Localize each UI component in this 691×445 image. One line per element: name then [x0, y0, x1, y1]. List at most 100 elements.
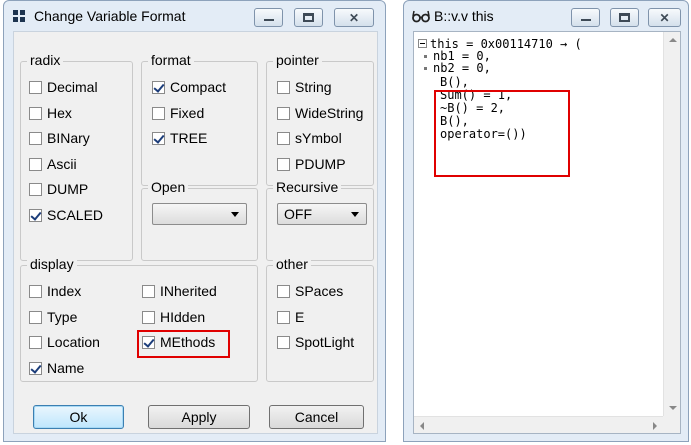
title-bar[interactable]: Change Variable Format ✕ — [4, 1, 385, 31]
checkbox-box — [152, 106, 165, 120]
minimize-button[interactable] — [254, 8, 283, 27]
checkbox-label: Location — [47, 334, 100, 350]
checkbox-label: WideString — [295, 105, 364, 121]
checkbox-box — [29, 182, 42, 196]
other-e-checkbox[interactable]: E — [277, 309, 304, 325]
radix-hex-checkbox[interactable]: Hex — [29, 105, 72, 121]
size-grip[interactable] — [663, 416, 680, 433]
grid-icon — [13, 10, 25, 22]
display-index-checkbox[interactable]: Index — [29, 283, 81, 299]
chevron-down-icon — [231, 212, 239, 217]
ok-button[interactable]: Ok — [33, 405, 124, 429]
format-compact-checkbox[interactable]: Compact — [152, 79, 226, 95]
close-icon: ✕ — [659, 10, 670, 25]
tree-dot — [424, 55, 427, 58]
change-variable-format-window: Change Variable Format ✕ radix Decimal H… — [3, 0, 386, 442]
checkbox-box — [142, 310, 155, 324]
minimize-icon — [580, 18, 591, 21]
checkbox-box — [277, 284, 290, 298]
checkbox-label: DUMP — [47, 181, 89, 197]
checkbox-box — [29, 361, 42, 375]
apply-button[interactable]: Apply — [148, 405, 250, 429]
checkbox-label: Type — [47, 309, 78, 325]
display-location-checkbox[interactable]: Location — [29, 334, 100, 350]
pointer-symbol-checkbox[interactable]: sYmbol — [277, 130, 342, 146]
checkbox-label: SpotLight — [295, 334, 355, 350]
checkbox-box — [152, 80, 165, 94]
checkbox-label: E — [295, 309, 305, 325]
checkbox-box — [29, 157, 42, 171]
open-dropdown[interactable] — [152, 203, 247, 225]
format-tree-checkbox[interactable]: TREE — [152, 130, 207, 146]
checkbox-box — [29, 284, 42, 298]
checkbox-label: PDUMP — [295, 156, 346, 172]
maximize-icon — [303, 13, 314, 22]
pointer-widestring-checkbox[interactable]: WideString — [277, 105, 363, 121]
radix-group: radix Decimal Hex BINary Ascii DUMP SCAL… — [20, 52, 133, 261]
radix-binary-checkbox[interactable]: BINary — [29, 130, 90, 146]
recursive-dropdown-value: OFF — [284, 206, 312, 222]
radix-decimal-checkbox[interactable]: Decimal — [29, 79, 98, 95]
checkbox-box — [277, 80, 290, 94]
pointer-group: pointer String WideString sYmbol PDUMP — [266, 52, 374, 186]
checkbox-box — [29, 106, 42, 120]
title-bar[interactable]: B::v.v this ✕ — [404, 1, 688, 31]
display-name-checkbox[interactable]: Name — [29, 360, 84, 376]
checkbox-label: Ascii — [47, 156, 77, 172]
open-group-title: Open — [148, 179, 189, 195]
collapse-icon[interactable] — [418, 39, 427, 48]
minimize-button[interactable] — [571, 8, 600, 27]
checkbox-box — [277, 106, 290, 120]
variable-tree-view[interactable]: this = 0x00114710 → ( nb1 = 0, nb2 = 0, … — [413, 31, 681, 434]
checkbox-label: HIdden — [160, 309, 206, 325]
format-fixed-checkbox[interactable]: Fixed — [152, 105, 204, 121]
checkbox-box — [29, 131, 42, 145]
display-group-title: display — [27, 256, 77, 272]
display-inherited-checkbox[interactable]: INherited — [142, 283, 217, 299]
checkbox-box — [29, 80, 42, 94]
display-type-checkbox[interactable]: Type — [29, 309, 77, 325]
checkbox-label: Index — [47, 283, 82, 299]
radix-group-title: radix — [27, 52, 64, 68]
scroll-right-icon[interactable] — [653, 422, 657, 430]
chevron-down-icon — [351, 212, 359, 217]
methods-highlight-box — [137, 330, 230, 358]
checkbox-box — [277, 335, 290, 349]
maximize-button[interactable] — [610, 8, 639, 27]
dialog-client-area: radix Decimal Hex BINary Ascii DUMP SCAL… — [13, 31, 378, 434]
horizontal-scrollbar[interactable] — [414, 416, 663, 433]
vertical-scrollbar[interactable] — [663, 32, 680, 416]
checkbox-box — [29, 335, 42, 349]
other-spaces-checkbox[interactable]: SPaces — [277, 283, 343, 299]
window-title: Change Variable Format — [34, 8, 186, 24]
close-button[interactable]: ✕ — [334, 8, 374, 27]
scroll-left-icon[interactable] — [420, 422, 424, 430]
checkbox-box — [277, 157, 290, 171]
radix-dump-checkbox[interactable]: DUMP — [29, 181, 88, 197]
checkbox-box — [152, 131, 165, 145]
checkbox-box — [29, 310, 42, 324]
close-button[interactable]: ✕ — [648, 8, 681, 27]
checkbox-label: Decimal — [47, 79, 98, 95]
scroll-down-icon[interactable] — [669, 406, 677, 410]
recursive-dropdown[interactable]: OFF — [277, 203, 367, 225]
pointer-string-checkbox[interactable]: String — [277, 79, 332, 95]
radix-scaled-checkbox[interactable]: SCALED — [29, 207, 103, 223]
pointer-group-title: pointer — [273, 52, 322, 68]
radix-ascii-checkbox[interactable]: Ascii — [29, 156, 77, 172]
maximize-button[interactable] — [294, 8, 323, 27]
display-hidden-checkbox[interactable]: HIdden — [142, 309, 205, 325]
other-group: other SPaces E SpotLight — [266, 256, 374, 382]
recursive-group-title: Recursive — [273, 179, 342, 195]
other-spotlight-checkbox[interactable]: SpotLight — [277, 334, 354, 350]
close-icon: ✕ — [348, 10, 360, 25]
cancel-button[interactable]: Cancel — [269, 405, 364, 429]
pointer-pdump-checkbox[interactable]: PDUMP — [277, 156, 346, 172]
maximize-icon — [619, 13, 630, 22]
format-group: format Compact Fixed TREE — [141, 52, 258, 186]
open-group: Open — [141, 179, 258, 261]
scroll-up-icon[interactable] — [669, 38, 677, 42]
checkbox-box — [29, 208, 42, 222]
other-group-title: other — [273, 256, 311, 272]
checkbox-label: Name — [47, 360, 85, 376]
